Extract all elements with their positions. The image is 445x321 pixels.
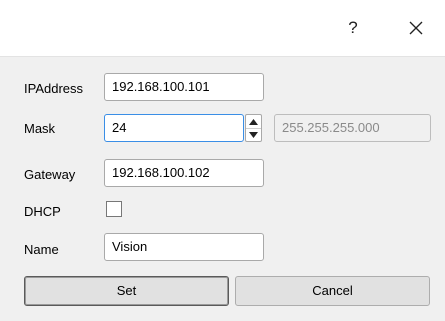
- close-button[interactable]: [403, 15, 429, 41]
- name-label: Name: [24, 242, 59, 257]
- mask-label: Mask: [24, 121, 56, 136]
- close-icon: [409, 21, 423, 35]
- title-bar: ?: [0, 0, 445, 57]
- ipaddress-input[interactable]: 192.168.100.101: [104, 73, 264, 101]
- arrow-up-icon: [249, 118, 258, 125]
- name-input[interactable]: Vision: [104, 233, 264, 261]
- spin-up-button[interactable]: [246, 115, 261, 129]
- arrow-down-icon: [249, 131, 258, 138]
- question-mark-icon: ?: [348, 18, 358, 37]
- gateway-input[interactable]: 192.168.100.102: [104, 159, 264, 187]
- dhcp-label: DHCP: [24, 204, 61, 219]
- gateway-label: Gateway: [24, 167, 76, 182]
- cancel-button[interactable]: Cancel: [235, 276, 430, 306]
- dhcp-checkbox[interactable]: [106, 201, 122, 217]
- spin-down-button[interactable]: [246, 128, 261, 141]
- set-button[interactable]: Set: [24, 276, 229, 306]
- mask-spinbox-buttons: [245, 114, 262, 142]
- mask-spinbox-input[interactable]: 24: [104, 114, 244, 142]
- ipaddress-label: IPAddress: [24, 81, 84, 96]
- help-button[interactable]: ?: [340, 15, 366, 41]
- mask-dotted-readonly-field: 255.255.255.000: [274, 114, 431, 142]
